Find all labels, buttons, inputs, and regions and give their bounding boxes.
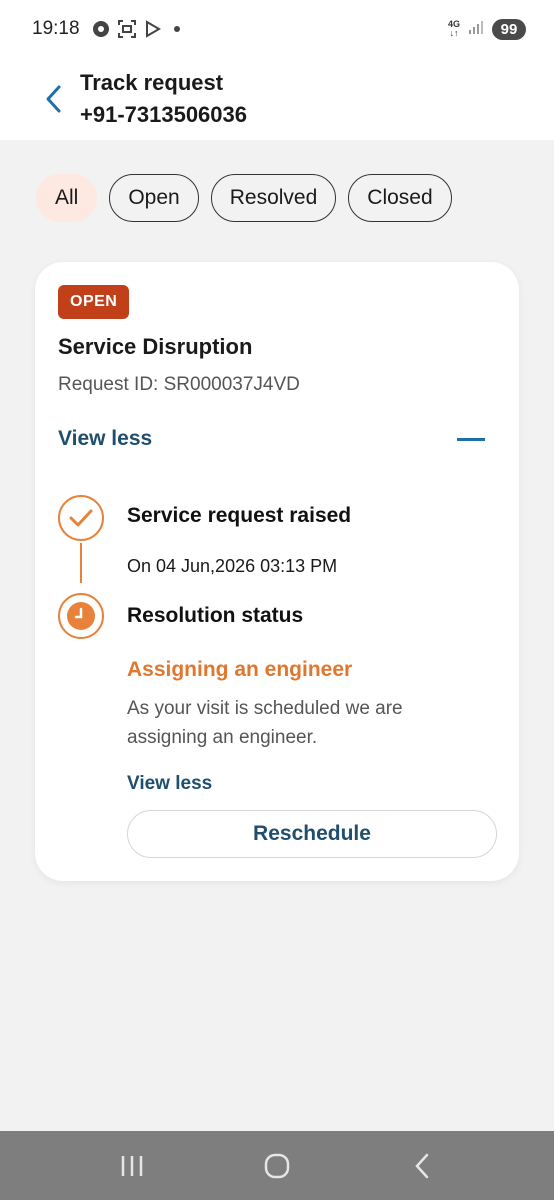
chip-closed[interactable]: Closed <box>348 174 452 222</box>
chip-open[interactable]: Open <box>109 174 199 222</box>
request-id: Request ID: SR000037J4VD <box>58 374 300 395</box>
screen: 19:18 4G ↓↑ 99 Track request +91-7313506… <box>0 0 554 1200</box>
resolution-status-description: As your visit is scheduled we are assign… <box>127 698 403 748</box>
home-icon <box>264 1153 290 1178</box>
timeline-connector <box>80 543 82 583</box>
back-nav-icon <box>414 1153 428 1178</box>
status-badge: OPEN <box>58 285 130 319</box>
data-arrows-icon: ↓↑ <box>449 28 459 38</box>
clock-icon <box>67 602 95 630</box>
chip-all[interactable]: All <box>36 174 98 222</box>
signal-icon <box>468 19 484 40</box>
step1-title: Service request raised <box>127 504 352 527</box>
check-icon <box>69 509 93 527</box>
app-header: Track request +91-7313506036 <box>0 58 554 140</box>
phone-number: +91-7313506036 <box>80 102 247 127</box>
filter-chips: All Open Resolved Closed <box>36 174 452 222</box>
view-less-link[interactable]: View less <box>58 427 152 451</box>
chip-resolved[interactable]: Resolved <box>210 174 337 222</box>
status-right: 4G ↓↑ 99 <box>448 18 526 40</box>
collapse-icon[interactable] <box>457 438 485 441</box>
header-text: Track request +91-7313506036 <box>80 67 247 131</box>
network-indicator: 4G ↓↑ <box>448 20 460 38</box>
notification-dot <box>173 26 180 32</box>
resolution-status-heading: Assigning an engineer <box>127 658 353 681</box>
status-time: 19:18 <box>32 18 80 39</box>
page-title: Track request <box>80 70 224 95</box>
chevron-left-icon <box>46 85 61 113</box>
step1-marker <box>58 495 104 541</box>
reschedule-button[interactable]: Reschedule <box>127 810 497 858</box>
status-bar: 19:18 4G ↓↑ 99 <box>0 0 554 58</box>
play-store-icon <box>144 20 162 38</box>
status-icons <box>92 20 180 38</box>
view-less-details-link[interactable]: View less <box>127 773 212 795</box>
step1-date: On 04 Jun,2026 03:13 PM <box>127 556 338 576</box>
scan-icon <box>117 20 136 38</box>
request-title: Service Disruption <box>58 334 253 359</box>
recent-apps-icon <box>122 1155 143 1176</box>
system-nav-bar <box>0 1131 554 1200</box>
step2-marker <box>58 593 104 639</box>
app-icon <box>92 20 110 38</box>
battery-indicator: 99 <box>492 18 526 40</box>
recent-apps-button[interactable] <box>107 1141 157 1191</box>
back-button[interactable] <box>34 79 74 119</box>
request-card: OPEN Service Disruption Request ID: SR00… <box>35 262 519 881</box>
step2-title: Resolution status <box>127 604 304 627</box>
home-button[interactable] <box>252 1141 302 1191</box>
back-nav-button[interactable] <box>397 1141 447 1191</box>
